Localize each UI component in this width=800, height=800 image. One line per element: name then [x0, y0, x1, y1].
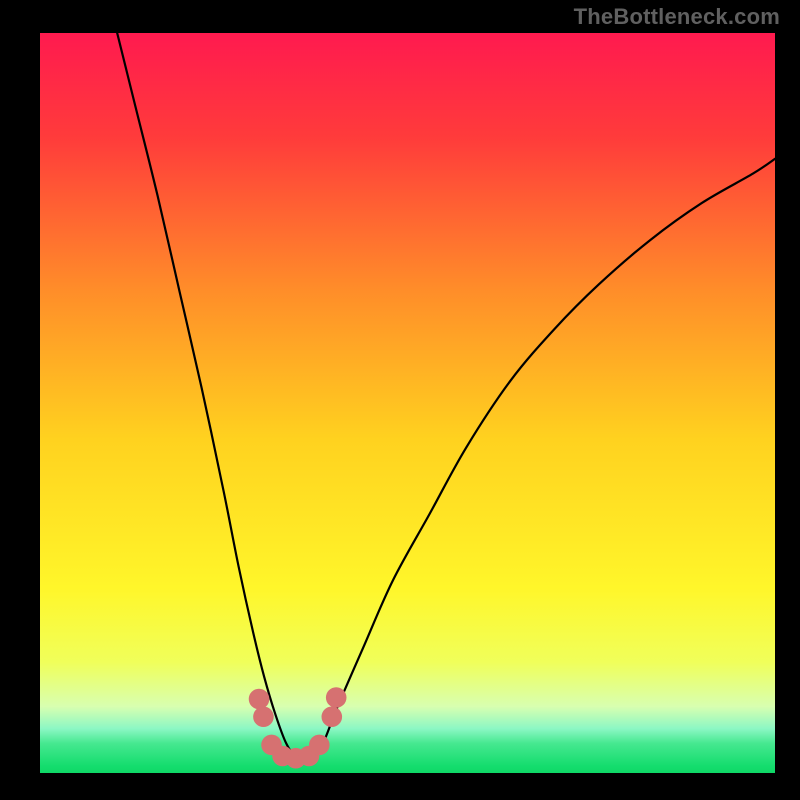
highlight-dot: [322, 706, 343, 727]
chart-frame: TheBottleneck.com: [0, 0, 800, 800]
gradient-background: [40, 33, 775, 773]
chart-svg: [40, 33, 775, 773]
highlight-dot: [309, 735, 330, 756]
highlight-dot: [253, 706, 274, 727]
attribution-text: TheBottleneck.com: [574, 4, 780, 30]
highlight-dot: [249, 689, 270, 710]
highlight-dot: [326, 687, 347, 708]
plot-area: [40, 33, 775, 773]
